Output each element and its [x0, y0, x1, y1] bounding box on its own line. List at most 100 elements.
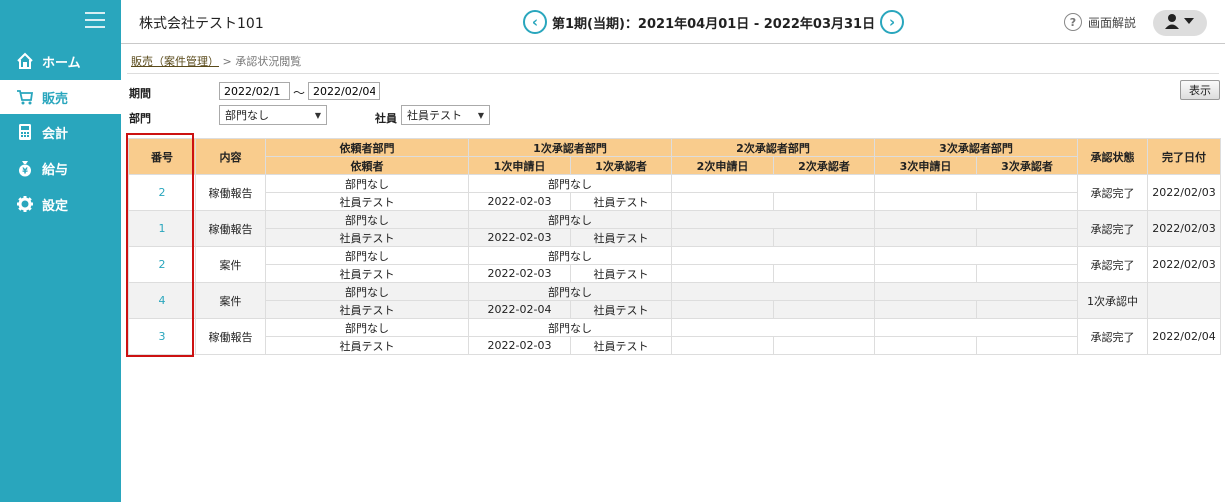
col-header-done-date[interactable]: 完了日付: [1147, 138, 1221, 175]
row-number-link[interactable]: 2: [128, 174, 196, 211]
row-status: 承認完了: [1077, 318, 1148, 355]
row-done-date: 2022/02/04: [1147, 318, 1221, 355]
row-a2-date: [671, 228, 774, 247]
row-a2-date: [671, 336, 774, 355]
dept-filter-label: 部門: [129, 112, 151, 125]
row-content: 稼働報告: [195, 318, 266, 355]
row-requester: 社員テスト: [265, 300, 469, 319]
row-a2-person: [773, 300, 875, 319]
home-icon: [16, 52, 34, 70]
row-a2-person: [773, 228, 875, 247]
sidebar-item-label: ホーム: [42, 55, 81, 71]
breadcrumb-separator: >: [222, 55, 232, 68]
help-link[interactable]: ? 画面解説: [1064, 13, 1136, 31]
date-from-input[interactable]: [219, 82, 290, 100]
divider: [127, 73, 1219, 74]
calculator-icon: [16, 123, 34, 141]
row-done-date: [1147, 282, 1221, 319]
row-number-link[interactable]: 3: [128, 318, 196, 355]
sidebar: ホーム 販売 会計 ¥ 給与 設定: [0, 0, 121, 502]
col-header-a3-dept[interactable]: 3次承認者部門: [874, 138, 1078, 157]
prev-period-button[interactable]: ‹: [523, 10, 547, 34]
sidebar-item-accounting[interactable]: 会計: [0, 115, 121, 149]
sidebar-item-label: 給与: [42, 162, 69, 178]
row-content: 稼働報告: [195, 210, 266, 247]
gear-icon: [16, 195, 34, 213]
row-a2-dept: [671, 282, 875, 301]
row-req-dept: 部門なし: [265, 282, 469, 301]
row-a3-dept: [874, 318, 1078, 337]
row-req-dept: 部門なし: [265, 210, 469, 229]
row-a1-dept: 部門なし: [468, 210, 672, 229]
col-header-requester[interactable]: 依頼者: [265, 156, 469, 175]
row-requester: 社員テスト: [265, 192, 469, 211]
row-content: 稼働報告: [195, 174, 266, 211]
company-name: 株式会社テスト101: [139, 16, 264, 32]
row-a1-date: 2022-02-03: [468, 264, 571, 283]
next-period-button[interactable]: ›: [880, 10, 905, 34]
menu-toggle-icon[interactable]: [85, 12, 105, 28]
row-done-date: 2022/02/03: [1147, 246, 1221, 283]
row-a2-date: [671, 300, 774, 319]
table-row: 4 案件 部門なし 部門なし 1次承認中: [128, 282, 1221, 319]
table-row: 2 稼働報告 部門なし 部門なし 承認完了 2022/02/03: [128, 174, 1221, 211]
col-header-status[interactable]: 承認状態: [1077, 138, 1148, 175]
col-header-a2-dept[interactable]: 2次承認者部門: [671, 138, 875, 157]
row-a2-date: [671, 264, 774, 283]
col-header-req-dept[interactable]: 依頼者部門: [265, 138, 469, 157]
dept-select[interactable]: 部門なし ▼: [219, 105, 327, 125]
row-number-link[interactable]: 4: [128, 282, 196, 319]
row-number-link[interactable]: 2: [128, 246, 196, 283]
row-a1-dept: 部門なし: [468, 246, 672, 265]
row-a3-date: [874, 300, 977, 319]
employee-select[interactable]: 社員テスト ▼: [401, 105, 490, 125]
col-header-a2-date[interactable]: 2次申請日: [671, 156, 774, 175]
col-header-a3-person[interactable]: 3次承認者: [976, 156, 1078, 175]
col-header-a2-person[interactable]: 2次承認者: [773, 156, 875, 175]
breadcrumb-parent-link[interactable]: 販売（案件管理）: [131, 55, 219, 68]
period-label: 第1期(当期)：2021年04月01日 - 2022年03月31日: [552, 16, 876, 32]
employee-filter-label: 社員: [375, 112, 397, 125]
row-a1-date: 2022-02-03: [468, 192, 571, 211]
row-a3-date: [874, 192, 977, 211]
sidebar-item-label: 販売: [42, 91, 69, 107]
row-a2-person: [773, 264, 875, 283]
row-a3-person: [976, 300, 1078, 319]
question-icon: ?: [1064, 13, 1082, 31]
row-a1-date: 2022-02-03: [468, 336, 571, 355]
table-row-sub: 社員テスト 2022-02-04 社員テスト: [129, 300, 1221, 319]
row-a1-date: 2022-02-04: [468, 300, 571, 319]
row-a3-person: [976, 336, 1078, 355]
row-requester: 社員テスト: [265, 264, 469, 283]
sidebar-item-payroll[interactable]: ¥ 給与: [0, 151, 121, 185]
dept-select-value: 部門なし: [225, 109, 269, 122]
user-icon: [1163, 13, 1197, 33]
date-to-input[interactable]: [308, 82, 380, 100]
row-a2-date: [671, 192, 774, 211]
row-content: 案件: [195, 282, 266, 319]
row-a2-dept: [671, 174, 875, 193]
sidebar-item-sales[interactable]: 販売: [0, 80, 121, 114]
top-header: 株式会社テスト101 ‹ 第1期(当期)：2021年04月01日 - 2022年…: [121, 0, 1225, 44]
col-header-content[interactable]: 内容: [195, 138, 266, 175]
row-a1-dept: 部門なし: [468, 282, 672, 301]
col-header-a1-person[interactable]: 1次承認者: [570, 156, 672, 175]
help-label: 画面解説: [1088, 15, 1137, 30]
employee-select-value: 社員テスト: [407, 109, 462, 122]
col-header-a3-date[interactable]: 3次申請日: [874, 156, 977, 175]
period-selector: ‹ 第1期(当期)：2021年04月01日 - 2022年03月31日 ›: [523, 10, 905, 34]
chevron-down-icon: ▼: [314, 110, 321, 120]
show-button[interactable]: 表示: [1180, 80, 1220, 100]
col-header-a1-date[interactable]: 1次申請日: [468, 156, 571, 175]
col-header-number[interactable]: 番号: [128, 138, 196, 175]
row-a2-person: [773, 336, 875, 355]
sidebar-item-settings[interactable]: 設定: [0, 187, 121, 221]
row-a2-dept: [671, 318, 875, 337]
row-a2-dept: [671, 210, 875, 229]
col-header-a1-dept[interactable]: 1次承認者部門: [468, 138, 672, 157]
row-requester: 社員テスト: [265, 336, 469, 355]
sidebar-item-home[interactable]: ホーム: [0, 44, 121, 78]
row-a2-person: [773, 192, 875, 211]
user-menu-button[interactable]: [1153, 10, 1207, 36]
row-number-link[interactable]: 1: [128, 210, 196, 247]
